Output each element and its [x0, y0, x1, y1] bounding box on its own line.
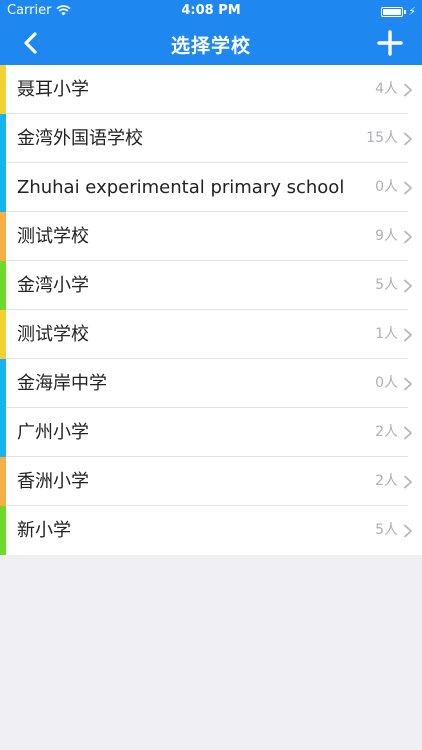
school-row[interactable]: 测试学校 1人 [0, 310, 422, 359]
school-name: 香洲小学 [17, 471, 89, 492]
student-count: 5人 [375, 522, 398, 538]
school-name: 金湾小学 [17, 275, 89, 296]
battery-icon [381, 6, 404, 17]
chevron-right-icon [404, 475, 412, 489]
school-row[interactable]: 金湾外国语学校 15人 [0, 114, 422, 163]
chevron-right-icon [404, 426, 412, 440]
school-name: Zhuhai experimental primary school [17, 177, 345, 198]
school-list: 聂耳小学 4人金湾外国语学校 15人 Zhuhai experimental prim… [0, 65, 422, 555]
school-name: 测试学校 [17, 324, 89, 345]
chevron-right-icon [404, 83, 412, 97]
student-count: 15人 [366, 130, 398, 146]
school-color-bar [0, 163, 6, 212]
student-count: 0人 [375, 375, 398, 391]
school-color-bar [0, 114, 6, 163]
school-color-bar [0, 261, 6, 310]
school-name: 金海岸中学 [17, 373, 107, 394]
school-row[interactable]: 聂耳小学 4人 [0, 65, 422, 114]
school-row[interactable]: 测试学校 9人 [0, 212, 422, 261]
school-color-bar [0, 457, 6, 506]
chevron-right-icon [404, 279, 412, 293]
school-color-bar [0, 65, 6, 114]
chevron-right-icon [404, 181, 412, 195]
school-name: 广州小学 [17, 422, 89, 443]
chevron-right-icon [404, 132, 412, 146]
nav-bar: 选择学校 [0, 22, 422, 65]
student-count: 5人 [375, 277, 398, 293]
student-count: 2人 [375, 473, 398, 489]
school-row[interactable]: 金海岸中学 0人 [0, 359, 422, 408]
student-count: 9人 [375, 228, 398, 244]
school-row[interactable]: 金湾小学 5人 [0, 261, 422, 310]
school-color-bar [0, 359, 6, 408]
add-school-button[interactable] [376, 29, 404, 57]
school-row[interactable]: 广州小学 2人 [0, 408, 422, 457]
student-count: 2人 [375, 424, 398, 440]
school-row[interactable]: Zhuhai experimental primary school 0人 [0, 163, 422, 212]
charging-icon: ⚡ [408, 5, 416, 18]
battery-indicator: ⚡ [381, 5, 416, 18]
chevron-right-icon [404, 377, 412, 391]
school-color-bar [0, 506, 6, 555]
school-name: 测试学校 [17, 226, 89, 247]
school-name: 聂耳小学 [17, 79, 89, 100]
student-count: 4人 [375, 81, 398, 97]
school-row[interactable]: 香洲小学 2人 [0, 457, 422, 506]
school-color-bar [0, 408, 6, 457]
school-name: 新小学 [17, 520, 71, 541]
status-time: 4:08 PM [181, 3, 241, 18]
page-title: 选择学校 [170, 35, 251, 57]
header: Carrier 4:08 PM ⚡ 选择学校 [0, 0, 422, 65]
school-color-bar [0, 212, 6, 261]
student-count: 0人 [375, 179, 398, 195]
school-color-bar [0, 310, 6, 359]
status-bar: Carrier 4:08 PM ⚡ [0, 0, 422, 22]
school-row[interactable]: 新小学 5人 [0, 506, 422, 555]
chevron-right-icon [404, 328, 412, 342]
chevron-right-icon [404, 230, 412, 244]
chevron-right-icon [404, 524, 412, 538]
student-count: 1人 [375, 326, 398, 342]
school-name: 金湾外国语学校 [17, 128, 143, 149]
